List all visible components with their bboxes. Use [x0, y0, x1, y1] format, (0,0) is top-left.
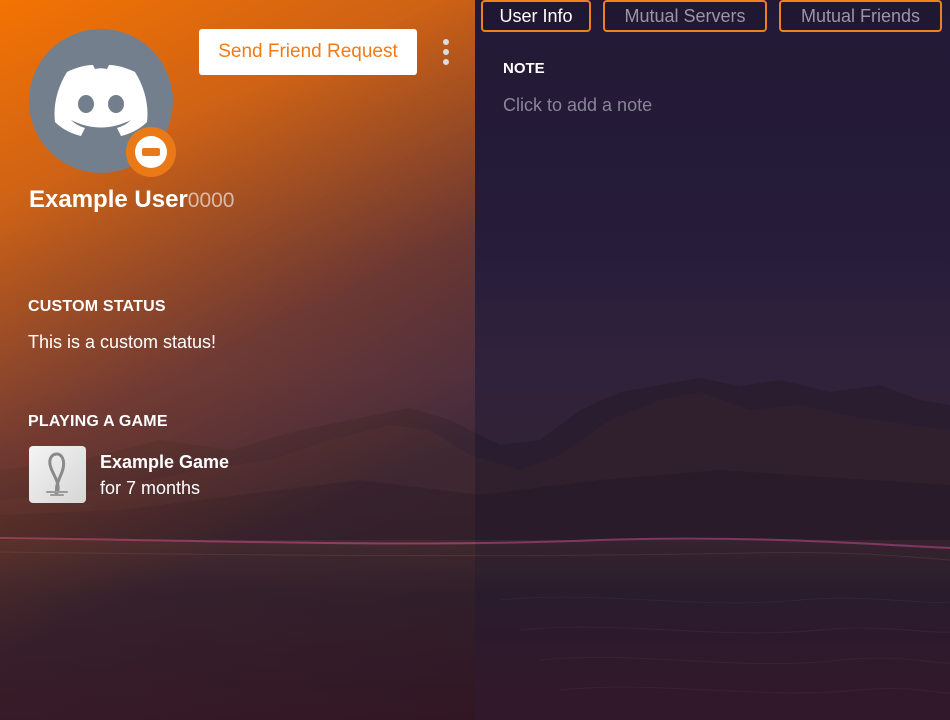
- note-heading: NOTE: [503, 60, 545, 77]
- tab-mutual-friends[interactable]: Mutual Friends: [779, 0, 942, 32]
- tab-user-info[interactable]: User Info: [481, 0, 591, 32]
- activity-heading: PLAYING A GAME: [28, 413, 168, 430]
- do-not-disturb-icon: [126, 127, 176, 177]
- tab-label: Mutual Friends: [800, 5, 921, 26]
- custom-status-heading: CUSTOM STATUS: [28, 298, 166, 315]
- send-friend-request-button[interactable]: Send Friend Request: [199, 29, 417, 75]
- tab-label: User Info: [499, 5, 573, 26]
- game-name: Example Game: [100, 452, 230, 472]
- username: Example User0000: [29, 186, 234, 214]
- game-icon: [29, 446, 86, 503]
- note-input[interactable]: [503, 92, 923, 118]
- tab-mutual-servers[interactable]: Mutual Servers: [603, 0, 767, 32]
- kebab-menu-icon[interactable]: [436, 37, 456, 67]
- game-duration: for 7 months: [100, 478, 201, 498]
- tab-label: Mutual Servers: [624, 5, 746, 26]
- discord-logo-icon: [54, 65, 148, 136]
- discriminator: 0000: [187, 189, 235, 212]
- custom-status-text: This is a custom status!: [28, 332, 217, 352]
- username-text: Example User: [29, 186, 188, 213]
